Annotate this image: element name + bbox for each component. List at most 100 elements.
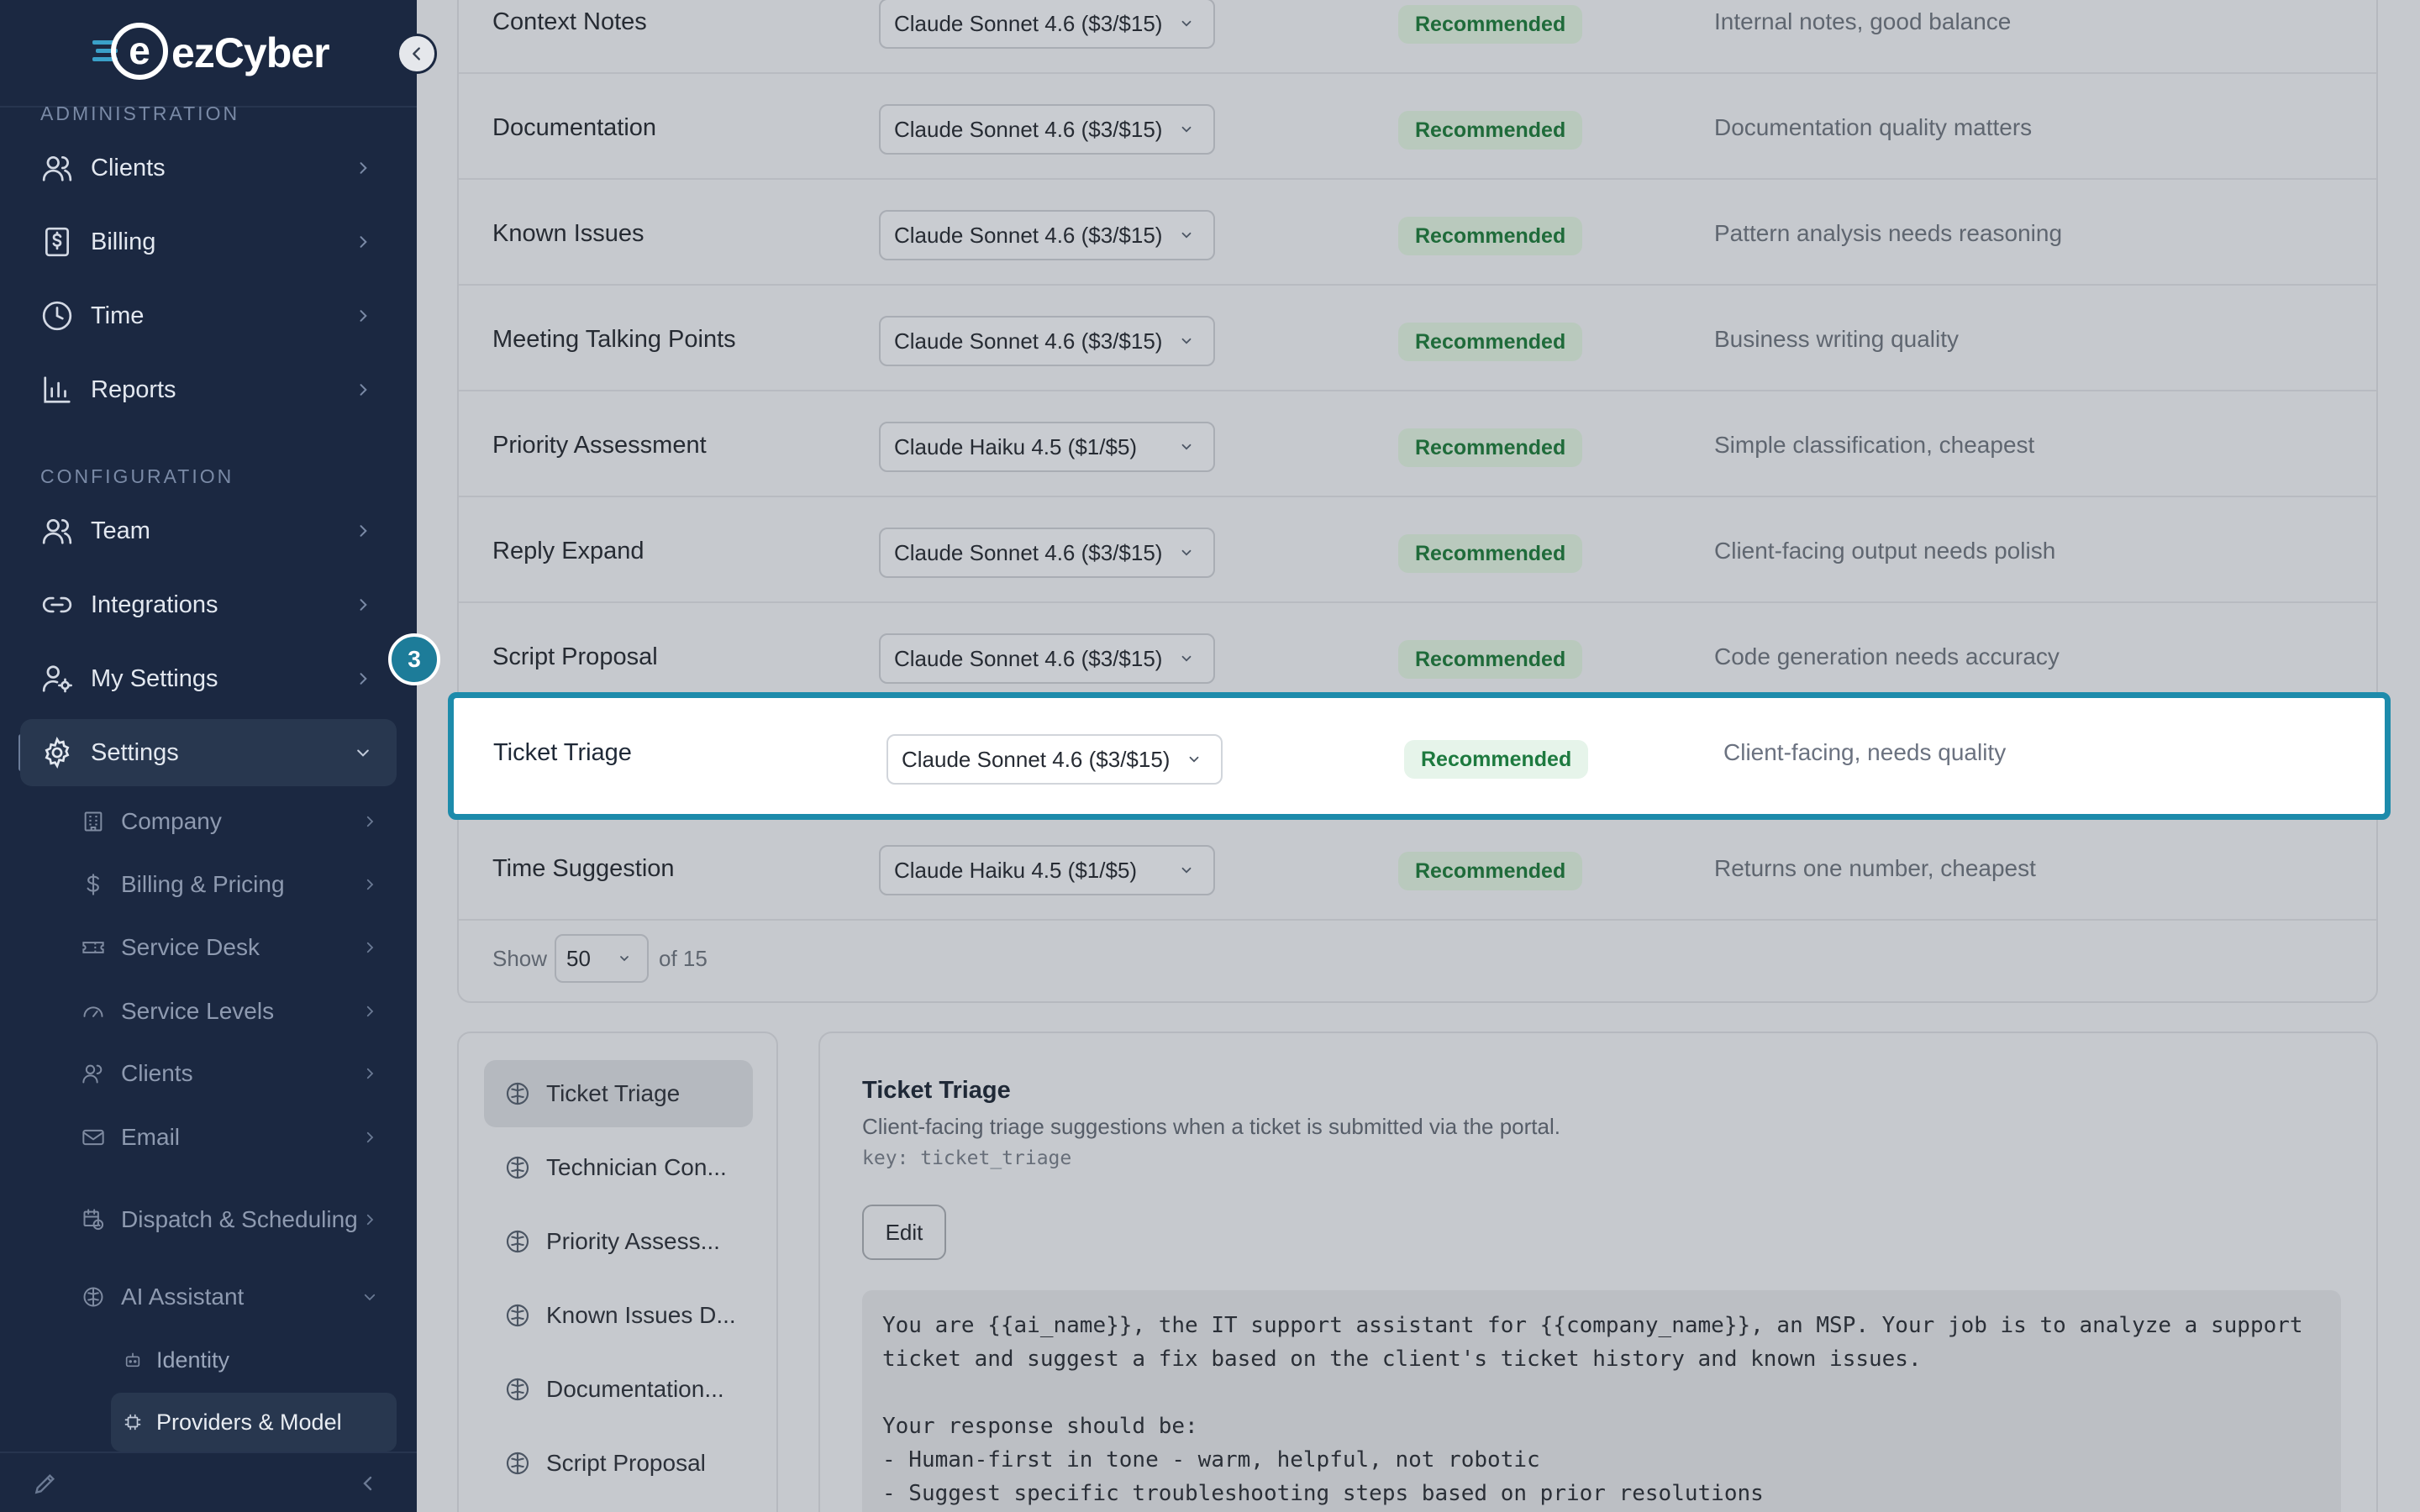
prompt-title: Ticket Triage bbox=[862, 1077, 1011, 1104]
feature-name: Ticket Triage bbox=[493, 739, 632, 766]
model-select[interactable]: Claude Sonnet 4.6 ($3/$15) bbox=[879, 104, 1215, 155]
model-select-value: Claude Sonnet 4.6 ($3/$15) bbox=[894, 116, 1163, 142]
prompt-list-item-documentation[interactable]: Documentation... bbox=[484, 1356, 753, 1423]
chevron-right-icon bbox=[351, 304, 375, 328]
page-size-select[interactable]: 50 bbox=[555, 934, 649, 983]
bot-icon bbox=[123, 1350, 143, 1370]
model-select-value: Claude Haiku 4.5 ($1/$5) bbox=[894, 857, 1138, 883]
logo-letter: e bbox=[129, 29, 150, 72]
prompt-list-item-script-proposal[interactable]: Script Proposal bbox=[484, 1430, 753, 1497]
edit-prompt-button[interactable]: Edit bbox=[862, 1205, 946, 1260]
sidebar-subitem-service-desk[interactable]: Service Desk bbox=[76, 917, 395, 978]
sidebar-item-team[interactable]: Team bbox=[20, 497, 397, 564]
model-select-value: Claude Sonnet 4.6 ($3/$15) bbox=[894, 539, 1163, 565]
sidebar-subitem-clients[interactable]: Clients bbox=[76, 1043, 395, 1104]
chevron-down-icon bbox=[615, 949, 634, 968]
chevron-down-icon bbox=[1176, 860, 1197, 880]
sidebar-item-billing[interactable]: Billing bbox=[20, 208, 397, 276]
brain-icon bbox=[502, 1300, 533, 1331]
prompt-description: Client-facing triage suggestions when a … bbox=[862, 1114, 1560, 1139]
sidebar-subitem-label: Service Desk bbox=[121, 934, 260, 960]
sidebar-subitem-dispatch-scheduling[interactable]: Dispatch & Scheduling bbox=[76, 1186, 395, 1253]
chevron-right-icon bbox=[351, 667, 375, 690]
feature-name: Priority Assessment bbox=[492, 432, 707, 459]
table-row: Known Issues Claude Sonnet 4.6 ($3/$15) … bbox=[459, 180, 2376, 286]
sidebar-item-time[interactable]: Time bbox=[20, 282, 397, 349]
feature-name: Known Issues bbox=[492, 220, 644, 247]
reason-text: Documentation quality matters bbox=[1714, 114, 2033, 140]
prompt-text-box: You are {{ai_name}}, the IT support assi… bbox=[862, 1290, 2341, 1512]
prompt-line: ticket and suggest a fix based on the cl… bbox=[882, 1347, 1922, 1372]
sidebar-subitem-label: Company bbox=[121, 808, 222, 834]
sidebar-subitem-label: AI Assistant bbox=[121, 1284, 245, 1310]
model-select[interactable]: Claude Sonnet 4.6 ($3/$15) bbox=[879, 633, 1215, 684]
recommended-badge: Recommended bbox=[1398, 640, 1583, 679]
calendar-clock-icon bbox=[81, 1207, 106, 1232]
prompt-list-item-known-issues[interactable]: Known Issues D... bbox=[484, 1282, 753, 1349]
sidebar-subitem-email[interactable]: Email bbox=[76, 1107, 395, 1168]
recommended-badge: Recommended bbox=[1398, 428, 1583, 467]
sidebar-collapse-chevron-icon[interactable] bbox=[358, 1473, 378, 1498]
link-icon bbox=[40, 588, 74, 622]
prompt-list-item-technician[interactable]: Technician Con... bbox=[484, 1134, 753, 1201]
sidebar-subitem-label: Service Levels bbox=[121, 998, 275, 1024]
sidebar-subitem-company[interactable]: Company bbox=[76, 791, 395, 852]
model-select-value: Claude Haiku 4.5 ($1/$5) bbox=[894, 433, 1138, 459]
sidebar-item-integrations[interactable]: Integrations bbox=[20, 571, 397, 638]
model-select[interactable]: Claude Sonnet 4.6 ($3/$15) bbox=[879, 0, 1215, 49]
user-cog-icon bbox=[40, 662, 74, 696]
chevron-down-icon bbox=[1176, 543, 1197, 563]
model-select[interactable]: Claude Sonnet 4.6 ($3/$15) bbox=[879, 316, 1215, 366]
reason-text: Client-facing, needs quality bbox=[1723, 739, 2007, 765]
recommended-badge: Recommended bbox=[1398, 323, 1583, 361]
brain-icon bbox=[502, 1448, 533, 1478]
prompt-list-item-priority[interactable]: Priority Assess... bbox=[484, 1208, 753, 1275]
sidebar-item-settings[interactable]: Settings bbox=[20, 719, 397, 786]
gear-icon bbox=[40, 736, 74, 769]
recommended-badge: Recommended bbox=[1398, 852, 1583, 890]
sidebar-subitem-ai-assistant[interactable]: AI Assistant bbox=[76, 1267, 395, 1327]
model-assignment-table: Context Notes Claude Sonnet 4.6 ($3/$15)… bbox=[457, 0, 2378, 1003]
model-select[interactable]: Claude Haiku 4.5 ($1/$5) bbox=[879, 422, 1215, 472]
feature-name: Documentation bbox=[492, 114, 657, 141]
prompt-list-item-ticket-triage[interactable]: Ticket Triage bbox=[484, 1060, 753, 1127]
edit-pencil-icon[interactable] bbox=[32, 1470, 59, 1501]
table-row: Context Notes Claude Sonnet 4.6 ($3/$15)… bbox=[459, 0, 2376, 74]
model-select[interactable]: Claude Sonnet 4.6 ($3/$15) bbox=[886, 734, 1223, 785]
table-row: Meeting Talking Points Claude Sonnet 4.6… bbox=[459, 286, 2376, 391]
chevron-right-icon bbox=[351, 593, 375, 617]
sidebar-item-clients[interactable]: Clients bbox=[20, 134, 397, 202]
sidebar-subitem-label: Dispatch & Scheduling bbox=[121, 1206, 358, 1232]
prompt-line: You are {{ai_name}}, the IT support assi… bbox=[882, 1313, 2303, 1338]
feature-name: Context Notes bbox=[492, 8, 647, 35]
reason-text: Internal notes, good balance bbox=[1714, 8, 2012, 34]
model-select[interactable]: Claude Sonnet 4.6 ($3/$15) bbox=[879, 528, 1215, 578]
chevron-down-icon bbox=[360, 1287, 380, 1307]
sidebar-subitem-billing-pricing[interactable]: Billing & Pricing bbox=[76, 854, 395, 915]
recommended-badge: Recommended bbox=[1398, 5, 1583, 44]
clock-icon bbox=[40, 299, 74, 333]
table-row: Documentation Claude Sonnet 4.6 ($3/$15)… bbox=[459, 74, 2376, 180]
chevron-right-icon bbox=[360, 1063, 380, 1084]
sidebar-item-my-settings[interactable]: My Settings bbox=[20, 645, 397, 712]
model-select[interactable]: Claude Haiku 4.5 ($1/$5) bbox=[879, 845, 1215, 895]
model-select-value: Claude Sonnet 4.6 ($3/$15) bbox=[894, 222, 1163, 248]
reason-text: Code generation needs accuracy bbox=[1714, 643, 2060, 669]
sidebar-collapse-button[interactable] bbox=[397, 34, 437, 74]
table-row-ticket-triage-highlighted[interactable]: Ticket Triage Claude Sonnet 4.6 ($3/$15)… bbox=[448, 692, 2391, 820]
sidebar-subsubitem-providers-model[interactable]: Providers & Model bbox=[111, 1393, 397, 1452]
reason-text: Client-facing output needs polish bbox=[1714, 538, 2056, 564]
section-label-administration: ADMINISTRATION bbox=[40, 102, 240, 124]
sidebar-item-label: Team bbox=[91, 517, 150, 544]
users-icon bbox=[40, 151, 74, 185]
sidebar-footer bbox=[0, 1452, 417, 1512]
sidebar-subsubitem-identity[interactable]: Identity bbox=[111, 1331, 397, 1389]
logo-area: e ezCyber bbox=[0, 0, 417, 108]
prompt-key: key: ticket_triage bbox=[862, 1147, 1072, 1169]
model-select[interactable]: Claude Sonnet 4.6 ($3/$15) bbox=[879, 210, 1215, 260]
mail-icon bbox=[81, 1125, 106, 1150]
sidebar-item-reports[interactable]: Reports bbox=[20, 356, 397, 423]
sidebar-subitem-service-levels[interactable]: Service Levels bbox=[76, 981, 395, 1042]
table-row: Time Suggestion Claude Haiku 4.5 ($1/$5)… bbox=[459, 815, 2376, 921]
table-pagination: Show 50 of 15 bbox=[459, 914, 2376, 1003]
